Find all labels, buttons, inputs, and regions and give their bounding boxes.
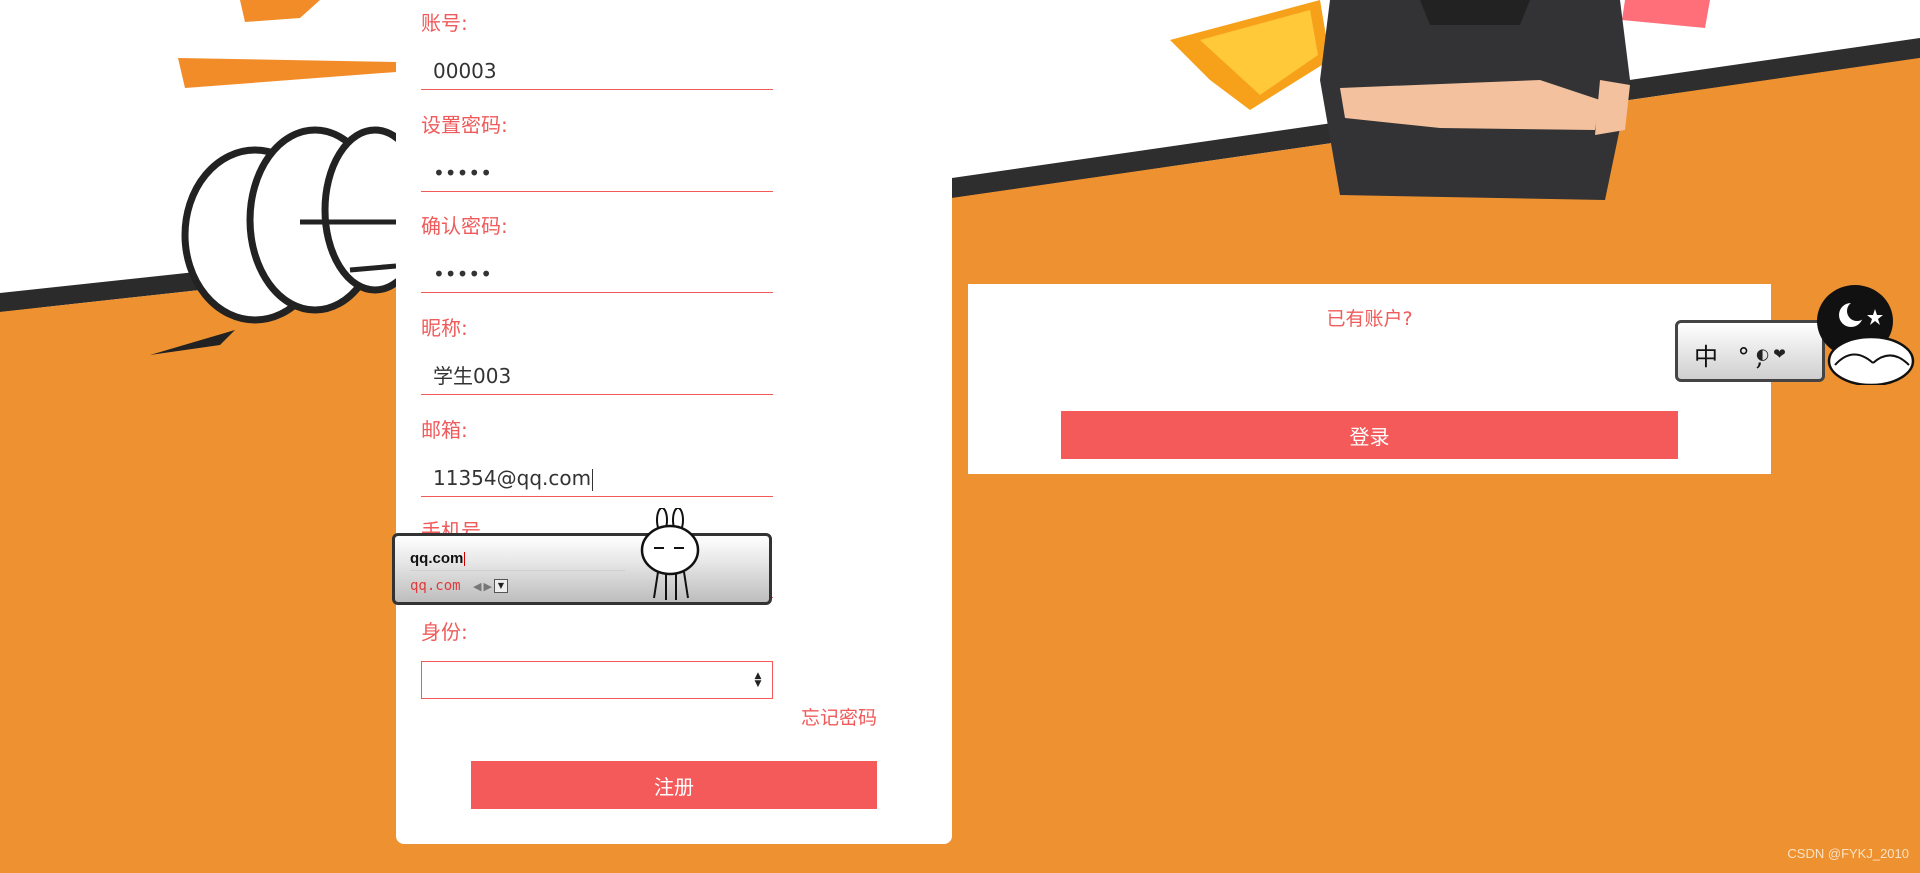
rabbit-mascot-icon [640,508,700,600]
account-input[interactable]: 00003 [421,52,773,90]
ime-status-bar[interactable]: 中 °, ◐❤ [1675,320,1825,382]
email-field: 邮箱: 11354@qq.com [421,417,773,497]
login-button[interactable]: 登录 [1061,411,1678,459]
nickname-label: 昵称: [421,316,468,340]
ime-candidate-window: qq.com qq.com ◀ ▶ ▼ [392,508,772,605]
confirm-password-value: ••••• [433,262,492,286]
password-field: 设置密码: ••••• [421,112,773,192]
ime-status-toolbar[interactable]: 中 °, ◐❤ [1675,285,1920,385]
identity-field: 身份: ▲ ▼ [421,619,773,699]
register-card: 账号: 00003 设置密码: ••••• 确认密码: ••••• 昵称: 学生… [396,0,952,844]
text-caret [592,468,594,491]
have-account-text: 已有账户? [1326,308,1413,330]
account-field: 账号: 00003 [421,10,773,90]
ime-divider [410,570,625,571]
email-label: 邮箱: [421,418,468,442]
account-label: 账号: [421,11,468,35]
password-value: ••••• [433,161,492,185]
password-input[interactable]: ••••• [421,154,773,192]
sleeping-mascot-icon [1817,285,1915,385]
person-illustration [1320,0,1630,200]
email-input[interactable]: 11354@qq.com [421,459,773,497]
ime-next-icon[interactable]: ▶ [483,580,491,593]
nickname-input[interactable]: 学生003 [421,357,773,395]
identity-label: 身份: [421,620,468,644]
register-button[interactable]: 注册 [471,761,877,809]
ime-composition-text: qq.com [410,550,466,567]
confirm-password-field: 确认密码: ••••• [421,213,773,293]
login-button-label: 登录 [1349,424,1390,449]
nickname-field: 昵称: 学生003 [421,315,773,395]
ime-moon-shirt-icons[interactable]: ◐❤ [1756,345,1790,363]
login-panel: 已有账户? 登录 [968,284,1771,474]
nickname-value: 学生003 [433,364,512,388]
forgot-password-link[interactable]: 忘记密码 [801,703,877,730]
email-value: 11354@qq.com [433,466,592,490]
ime-page-nav: ◀ ▶ ▼ [473,579,508,593]
confirm-password-input[interactable]: ••••• [421,255,773,293]
account-value: 00003 [433,59,497,83]
ime-prev-icon[interactable]: ◀ [473,580,481,593]
password-label: 设置密码: [421,113,508,137]
confirm-password-label: 确认密码: [421,214,508,238]
csdn-watermark: CSDN @FYKJ_2010 [1787,846,1909,861]
register-button-label: 注册 [654,774,694,799]
select-arrows-icon: ▲ ▼ [754,671,762,689]
ime-candidate[interactable]: qq.com [410,578,461,594]
identity-select[interactable]: ▲ ▼ [421,661,773,699]
ime-expand-icon[interactable]: ▼ [493,579,508,593]
